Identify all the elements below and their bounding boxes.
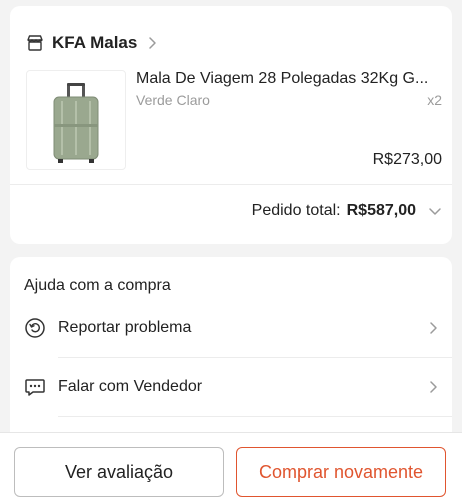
order-card: KFA Malas Mala De Viagem 28 Polegadas 32… [10, 6, 452, 244]
help-item-report-problem[interactable]: Reportar problema [10, 299, 452, 357]
store-icon [27, 35, 43, 51]
shop-header[interactable]: KFA Malas [26, 28, 157, 58]
help-item-chat-seller[interactable]: Falar com Vendedor [10, 358, 452, 416]
shop-name: KFA Malas [52, 33, 138, 52]
product-title[interactable]: Mala De Viagem 28 Polegadas 32Kg G... [136, 70, 442, 88]
order-total-row[interactable]: Pedido total: R$587,00 [252, 202, 442, 220]
help-item-label: Reportar problema [58, 319, 192, 336]
view-review-button[interactable]: Ver avaliação [14, 447, 224, 497]
product-price: R$273,00 [372, 151, 442, 168]
report-problem-icon [25, 318, 45, 338]
buy-again-button[interactable]: Comprar novamente [236, 447, 446, 497]
product-thumbnail[interactable] [26, 70, 126, 170]
suitcase-image [53, 83, 99, 163]
help-item-label: Falar com Vendedor [58, 378, 203, 395]
divider [58, 416, 452, 417]
order-total-label: Pedido total: [251, 202, 341, 219]
help-card: Ajuda com a compra Reportar problema Fal… [10, 257, 452, 447]
product-variant: Verde Claro [136, 92, 210, 108]
chat-icon [25, 379, 45, 396]
chevron-right-icon [430, 322, 437, 334]
help-section-title: Ajuda com a compra [24, 277, 171, 294]
chevron-right-icon [430, 381, 437, 393]
chevron-down-icon [429, 208, 441, 215]
order-total-value: R$587,00 [346, 202, 416, 219]
product-quantity: x2 [427, 92, 442, 108]
chevron-right-icon [149, 37, 157, 49]
divider [10, 184, 452, 185]
bottom-action-bar: Ver avaliação Comprar novamente [0, 432, 462, 500]
